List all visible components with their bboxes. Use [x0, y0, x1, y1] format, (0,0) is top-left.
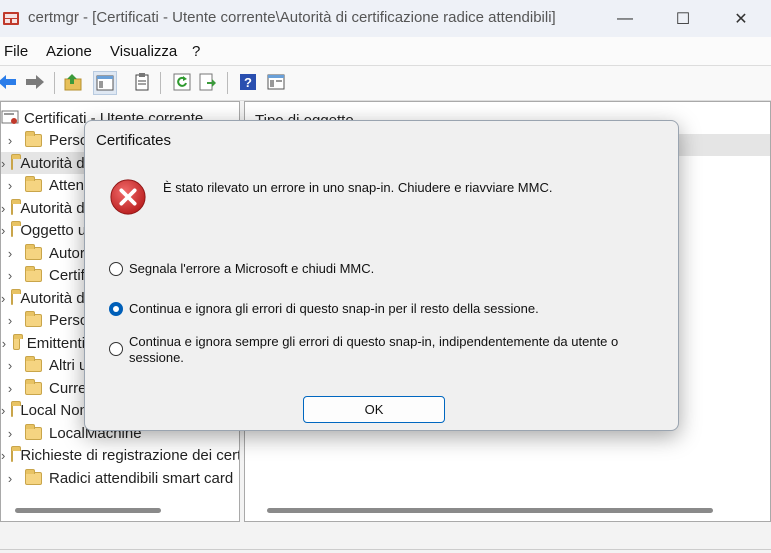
chevron-right-icon[interactable]: › — [1, 291, 5, 306]
folder-icon — [25, 265, 42, 282]
toolbar: ? — [0, 65, 771, 101]
option-ignore-always[interactable]: Continua e ignora sempre gli errori di q… — [109, 334, 639, 366]
properties-icon — [267, 74, 285, 90]
chevron-right-icon[interactable]: › — [1, 381, 19, 396]
chevron-right-icon[interactable]: › — [1, 336, 7, 351]
error-icon — [110, 179, 146, 215]
maximize-icon: ☐ — [675, 10, 691, 28]
radio-button[interactable] — [109, 342, 123, 356]
tree-item-label: Richieste di registrazione dei certifica… — [20, 446, 239, 464]
show-hide-tree-icon — [96, 75, 114, 91]
window-title: certmgr - [Certificati - Utente corrente… — [28, 9, 556, 26]
error-dialog: Certificates È stato rilevato un errore … — [84, 120, 679, 431]
folder-icon — [11, 400, 22, 417]
export-button[interactable] — [197, 71, 219, 93]
tree-item[interactable]: › Richieste di registrazione dei certific… — [1, 444, 239, 466]
ok-button[interactable]: OK — [303, 396, 445, 423]
minimize-icon: — — [617, 9, 633, 27]
forward-icon — [26, 75, 44, 89]
folder-icon — [25, 130, 42, 147]
help-button[interactable]: ? — [237, 71, 259, 93]
certificate-store-icon — [1, 110, 19, 124]
chevron-right-icon[interactable]: › — [1, 133, 19, 148]
chevron-right-icon[interactable]: › — [1, 246, 19, 261]
dialog-message: È stato rilevato un errore in uno snap-i… — [163, 180, 553, 195]
dialog-title: Certificates — [96, 132, 172, 149]
chevron-right-icon[interactable]: › — [1, 313, 19, 328]
folder-icon — [11, 445, 22, 462]
properties-button[interactable] — [265, 71, 287, 93]
chevron-right-icon[interactable]: › — [1, 178, 19, 193]
chevron-right-icon[interactable]: › — [1, 403, 5, 418]
refresh-icon — [173, 73, 191, 91]
chevron-right-icon[interactable]: › — [1, 426, 19, 441]
toolbar-separator — [160, 72, 161, 94]
chevron-right-icon[interactable]: › — [1, 448, 5, 463]
folder-icon — [11, 288, 22, 305]
close-icon: ✕ — [734, 10, 748, 28]
up-folder-button[interactable] — [63, 71, 85, 93]
folder-icon — [25, 355, 42, 372]
certmgr-app-icon — [3, 12, 19, 25]
radio-button-selected[interactable] — [109, 302, 123, 316]
option-report-error[interactable]: Segnala l'errore a Microsoft e chiudi MM… — [109, 261, 639, 277]
menu-help[interactable]: ? — [192, 43, 200, 60]
tree-item[interactable]: › Radici attendibili smart card — [1, 467, 239, 489]
radio-button[interactable] — [109, 262, 123, 276]
folder-icon — [25, 243, 42, 260]
list-horizontal-scrollbar[interactable] — [267, 508, 713, 513]
maximize-button[interactable]: ☐ — [654, 0, 712, 37]
status-bar — [0, 522, 771, 553]
forward-button[interactable] — [24, 71, 46, 93]
back-icon — [0, 75, 16, 89]
tree-horizontal-scrollbar[interactable] — [15, 508, 161, 513]
folder-icon — [25, 468, 42, 485]
option-label: Segnala l'errore a Microsoft e chiudi MM… — [129, 261, 375, 276]
chevron-right-icon[interactable]: › — [1, 223, 5, 238]
title-bar: certmgr - [Certificati - Utente corrente… — [0, 0, 771, 37]
folder-icon — [12, 333, 23, 350]
up-folder-icon — [64, 74, 82, 91]
folder-icon — [25, 378, 42, 395]
menu-bar: File Azione Visualizza ? — [0, 37, 771, 65]
chevron-right-icon[interactable]: › — [1, 471, 19, 486]
option-label: Continua e ignora gli errori di questo s… — [129, 301, 539, 316]
show-hide-tree-button[interactable] — [93, 71, 117, 95]
folder-icon — [25, 175, 42, 192]
help-icon: ? — [240, 74, 256, 90]
svg-text:?: ? — [244, 75, 252, 90]
export-icon — [199, 73, 216, 91]
folder-icon — [11, 153, 22, 170]
folder-icon — [25, 423, 42, 440]
chevron-right-icon[interactable]: › — [1, 268, 19, 283]
option-ignore-session[interactable]: Continua e ignora gli errori di questo s… — [109, 301, 639, 317]
chevron-right-icon[interactable]: › — [1, 201, 5, 216]
menu-file[interactable]: File — [4, 43, 28, 60]
clipboard-button[interactable] — [131, 71, 153, 93]
folder-icon — [25, 310, 42, 327]
close-button[interactable]: ✕ — [712, 0, 770, 37]
menu-visualizza[interactable]: Visualizza — [110, 43, 177, 60]
clipboard-icon — [135, 73, 149, 91]
folder-icon — [11, 220, 22, 237]
refresh-button[interactable] — [171, 71, 193, 93]
toolbar-separator — [54, 72, 55, 94]
chevron-right-icon[interactable]: › — [1, 358, 19, 373]
back-button[interactable] — [0, 71, 18, 93]
chevron-right-icon[interactable]: › — [1, 156, 5, 171]
toolbar-separator — [227, 72, 228, 94]
option-label: Continua e ignora sempre gli errori di q… — [129, 334, 619, 365]
menu-azione[interactable]: Azione — [46, 43, 92, 60]
folder-icon — [11, 198, 22, 215]
minimize-button[interactable]: — — [596, 0, 654, 37]
tree-item-label: Radici attendibili smart card — [49, 469, 234, 487]
